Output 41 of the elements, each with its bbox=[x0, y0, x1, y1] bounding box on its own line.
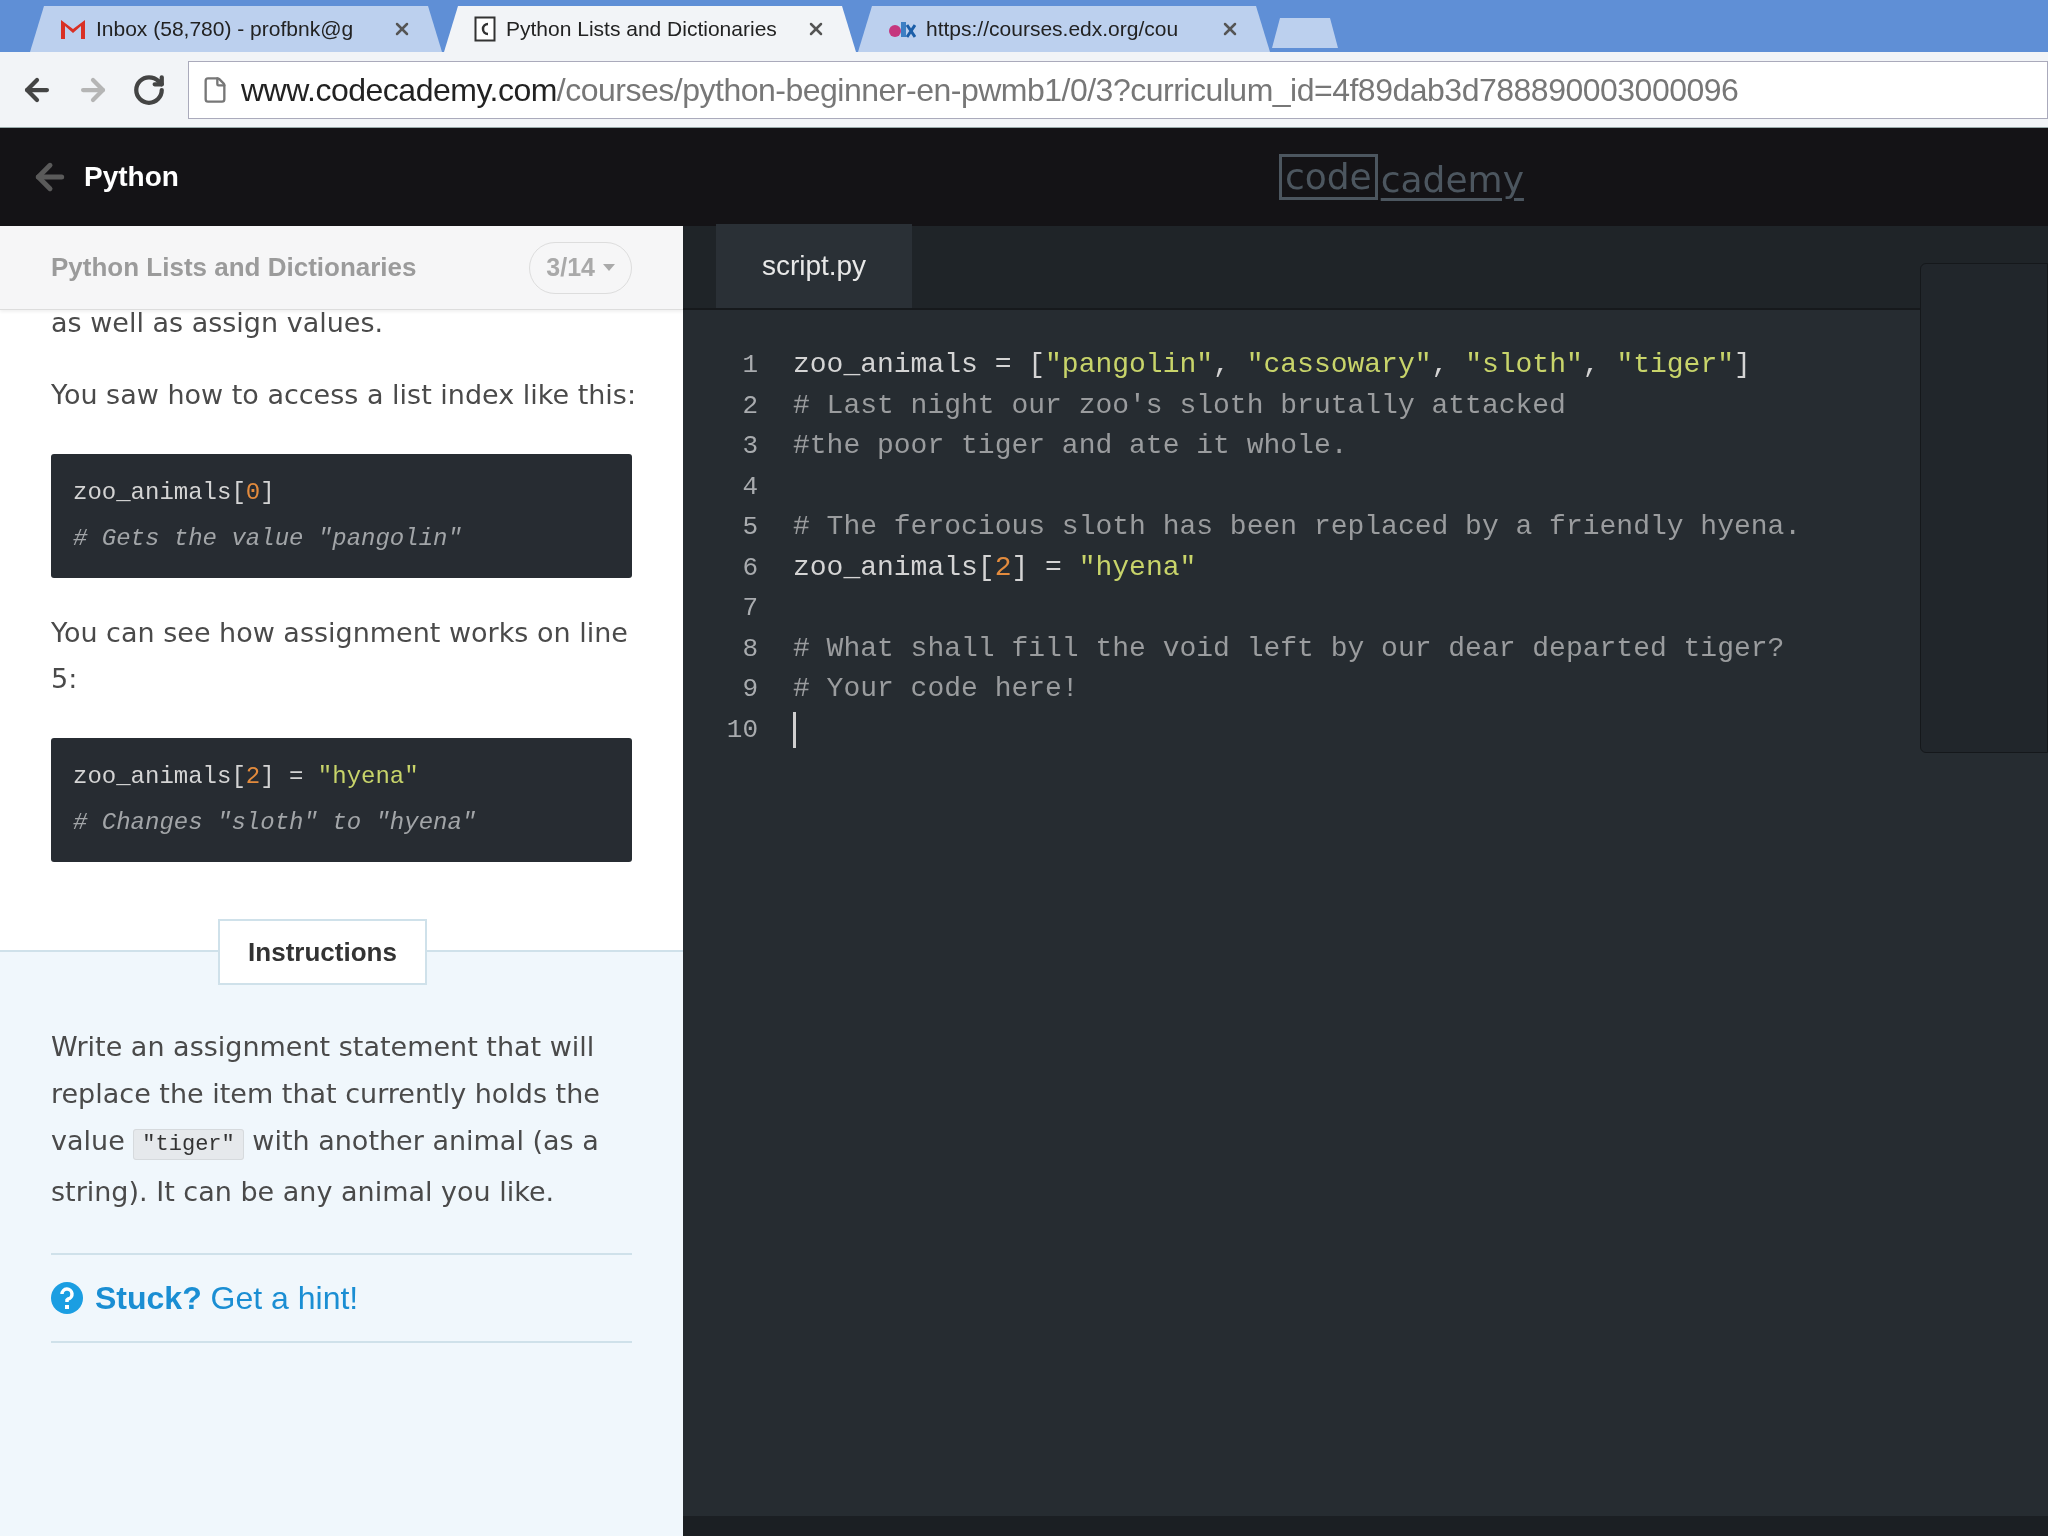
browser-tab[interactable]: https://courses.edx.org/cou bbox=[858, 6, 1270, 52]
line-number: 4 bbox=[741, 470, 758, 504]
code-line: #the poor tiger and ate it whole. bbox=[793, 429, 1348, 463]
lesson-title: Python Lists and Dictionaries bbox=[51, 251, 417, 284]
code-line: zoo_animals[2] = "hyena" bbox=[73, 762, 420, 792]
instructions-tab[interactable]: Instructions bbox=[218, 919, 427, 985]
course-title[interactable]: Python bbox=[84, 156, 179, 198]
line-number: 10 bbox=[725, 713, 758, 747]
site-icon bbox=[888, 19, 916, 39]
page-icon bbox=[474, 16, 496, 42]
line-number: 2 bbox=[741, 389, 758, 423]
address-bar[interactable]: www.codecademy.com/courses/python-beginner-en-pwmb1/0/3?curriculum_id=4f89dab3d788890003000096 bbox=[188, 60, 2048, 119]
help-icon bbox=[51, 1282, 83, 1314]
lesson-text: as well as assign values. bbox=[51, 310, 385, 340]
code-line: zoo_animals[2] = "hyena" bbox=[793, 550, 1197, 585]
reload-icon[interactable] bbox=[132, 72, 166, 107]
lesson-text: You saw how to access a list index like this: bbox=[51, 378, 636, 412]
line-number: 6 bbox=[741, 551, 758, 585]
code-line: # Last night our zoo's sloth brutally attacked bbox=[793, 388, 1566, 423]
instructions-text: Write an assignment statement that will replace the item that currently holds the value "tiger" with another animal (as a string). It can be any animal you like. bbox=[51, 1030, 601, 1209]
code-line: # The ferocious sloth has been replaced by a friendly hyena. bbox=[793, 510, 1802, 544]
lesson-text: You can see how assignment works on line 5: bbox=[51, 616, 629, 696]
code-line: # What shall fill the void left by our dear departed tiger? bbox=[793, 631, 1785, 666]
caret-icon bbox=[603, 264, 615, 271]
line-number: 3 bbox=[741, 430, 758, 463]
line-number: 8 bbox=[741, 632, 758, 666]
code-line: # Your code here! bbox=[793, 672, 1079, 706]
code-line: # Changes "sloth" to "hyena" bbox=[73, 808, 478, 838]
line-number: 1 bbox=[741, 349, 758, 382]
code-line: zoo_animals[0] bbox=[73, 478, 276, 508]
hint-text: Stuck? Get a hint! bbox=[95, 1279, 359, 1318]
code-line: zoo_animals = ["pangolin", "cassowary", "sloth", "tiger"] bbox=[793, 348, 1751, 382]
logo: code cademy bbox=[1278, 154, 1524, 200]
line-number: 7 bbox=[741, 592, 758, 625]
file-tab[interactable]: script.py bbox=[716, 224, 912, 308]
browser-tab[interactable]: Inbox (58,780) - profbnk@g bbox=[30, 6, 442, 52]
code-line: # Gets the value "pangolin" bbox=[73, 524, 463, 554]
line-number: 5 bbox=[741, 511, 758, 544]
mail-icon bbox=[60, 18, 86, 40]
line-number: 9 bbox=[741, 673, 758, 706]
browser-tab[interactable]: Python Lists and Dictionaries bbox=[444, 6, 856, 52]
